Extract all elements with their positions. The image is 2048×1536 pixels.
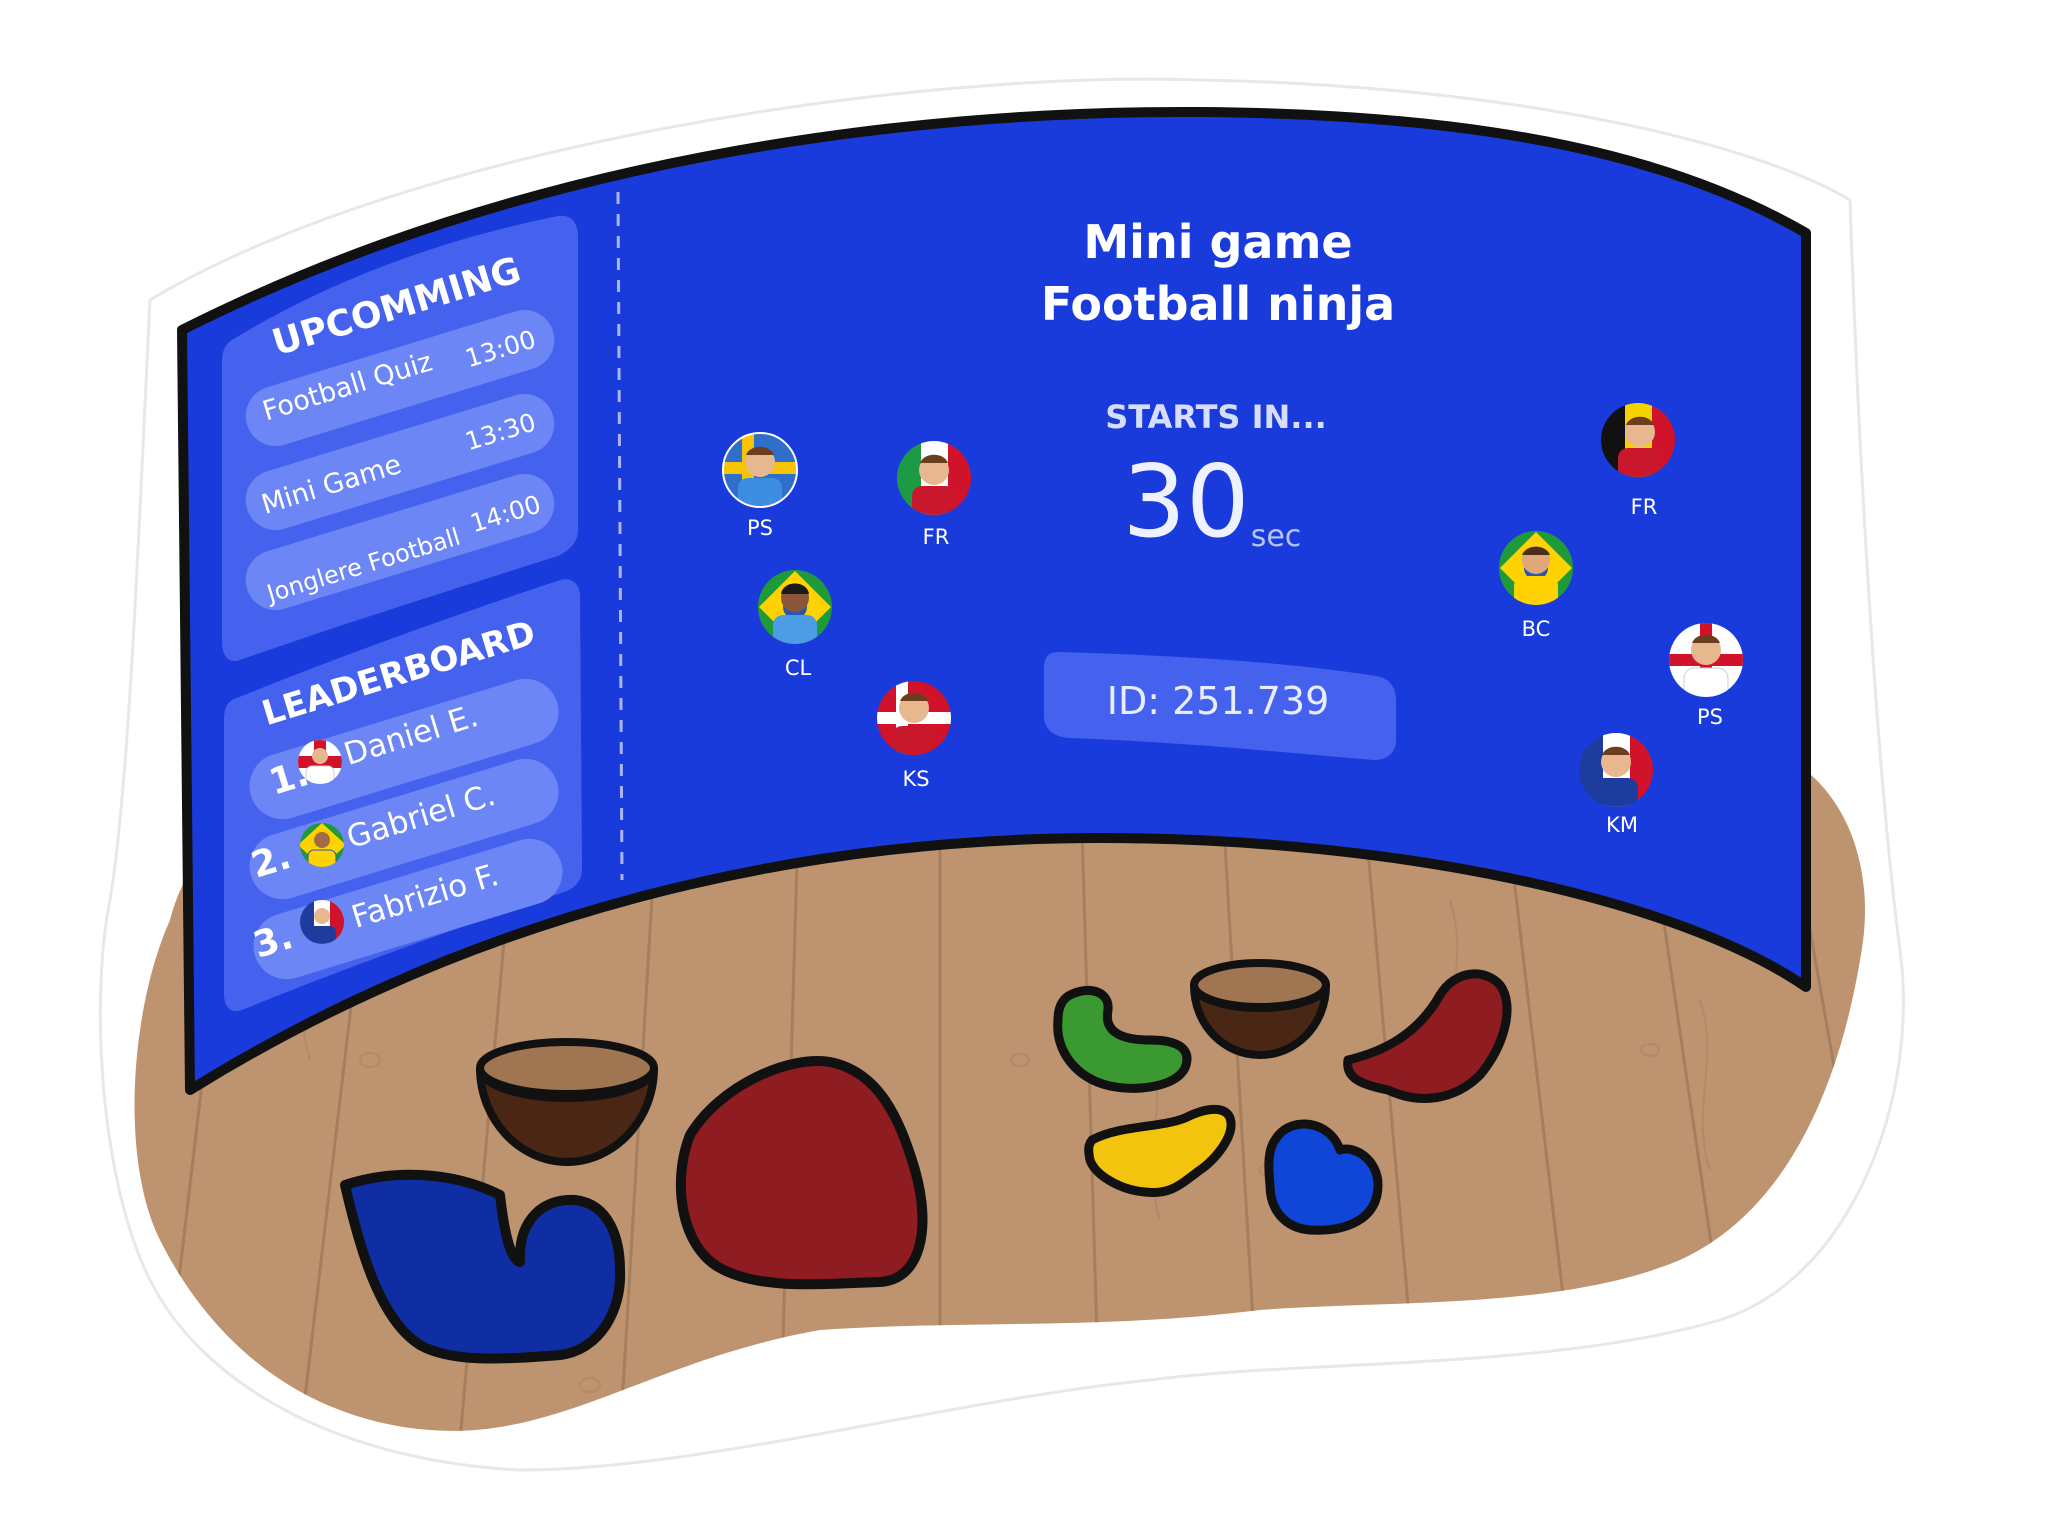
game-title-line1: Mini game <box>1083 215 1352 269</box>
countdown-value: 30 <box>1122 443 1249 560</box>
session-id-text: ID: 251.739 <box>1107 679 1330 723</box>
starts-in-label: STARTS IN... <box>1105 398 1327 436</box>
player-initials: FR <box>1631 495 1658 519</box>
player-initials: BC <box>1522 617 1551 641</box>
player-initials: KM <box>1606 813 1638 837</box>
game-title-line2: Football ninja <box>1041 277 1395 331</box>
player-initials: CL <box>785 656 812 680</box>
countdown-unit: sec <box>1251 519 1302 554</box>
player-initials: PS <box>747 516 773 540</box>
player-initials: KS <box>902 767 929 791</box>
game-scene: UPCOMMING Football Quiz 13:00 Mini Game … <box>98 77 1905 1472</box>
player-initials: PS <box>1697 705 1723 729</box>
player-initials: FR <box>923 525 950 549</box>
